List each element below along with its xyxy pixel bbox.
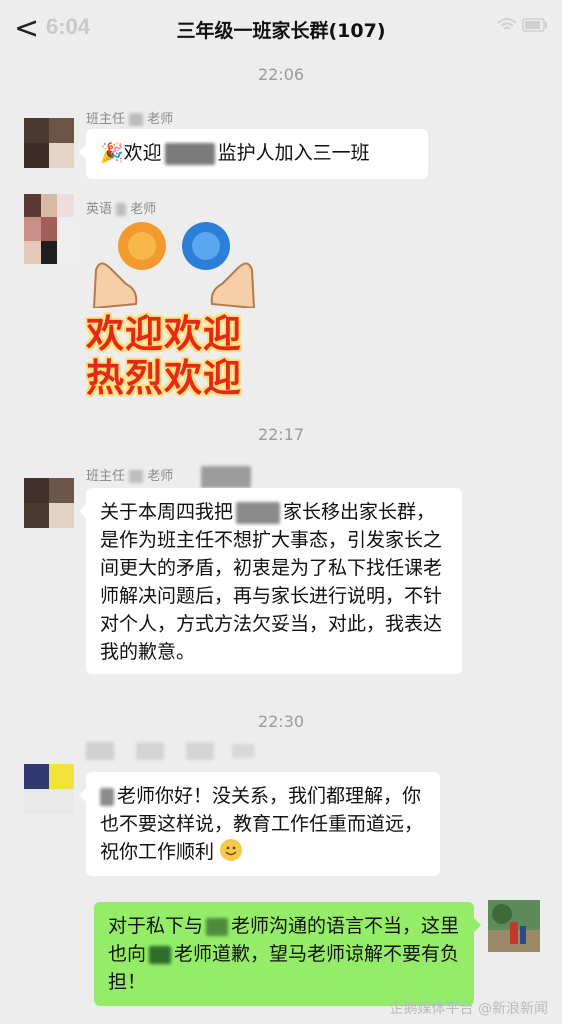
sticker-line: 热烈欢迎: [86, 356, 243, 400]
message-text: 老师你好！没关系，我们都理解，你也不要这样说，教育工作任重而道远，祝你工作顺利: [100, 785, 424, 863]
smile-emoji-icon: [220, 839, 243, 861]
wifi-icon: [497, 18, 517, 30]
message-time: 22:17: [257, 425, 305, 444]
redacted-name: [116, 203, 127, 216]
watermark: 企鹅媒体平台 @新浪新闻: [389, 1001, 548, 1017]
welcome-sticker[interactable]: 欢迎欢迎 热烈欢迎: [86, 218, 262, 400]
redacted-name: [149, 945, 172, 964]
redacted-name: [201, 465, 252, 488]
redacted-name: [186, 742, 215, 760]
message-text: 关于本周四我把: [100, 501, 234, 523]
message-text: 🎉欢迎: [100, 142, 162, 164]
avatar[interactable]: [24, 478, 74, 528]
self-avatar-photo: [488, 900, 540, 952]
sender-name: 班主任 老师: [86, 112, 174, 127]
redacted-name: [86, 742, 114, 760]
avatar[interactable]: [24, 194, 74, 264]
redacted-name: [206, 917, 229, 936]
redacted-name: [129, 470, 144, 483]
avatar[interactable]: [488, 900, 540, 952]
redacted-name: [236, 501, 281, 524]
message-bubble[interactable]: 老师你好！没关系，我们都理解，你也不要这样说，教育工作任重而道远，祝你工作顺利: [79, 772, 440, 876]
sticker-line: 欢迎欢迎: [86, 312, 243, 356]
message-bubble[interactable]: 对于私下与 老师沟通的语言不当，这里也向 老师道歉，望马老师谅解不要有负担！: [94, 902, 481, 1006]
sender-name: 班主任 老师: [86, 465, 252, 488]
avatar[interactable]: [24, 118, 74, 168]
redacted-name: [129, 113, 144, 126]
message-time: 22:06: [257, 65, 305, 84]
battery-icon: [522, 18, 547, 32]
pompom-icon: [92, 222, 256, 310]
redacted-name: [232, 744, 255, 758]
status-icons: [497, 17, 548, 36]
redacted-name: [164, 142, 215, 165]
message-bubble[interactable]: 关于本周四我把 家长移出家长群，是作为班主任不想扩大事态，引发家长之间更大的矛盾，…: [79, 488, 462, 674]
message-bubble[interactable]: 🎉欢迎 监护人加入三一班: [79, 129, 428, 179]
sender-name: 英语 老师: [86, 202, 157, 217]
avatar[interactable]: [24, 764, 74, 814]
message-text: 监护人加入三一班: [217, 142, 370, 164]
redacted-name: [136, 742, 165, 760]
chat-title: 三年级一班家长群(107): [176, 20, 386, 42]
message-text: 家长移出家长群，是作为班主任不想扩大事态，引发家长之间更大的矛盾，初衷是为了私下…: [100, 501, 443, 663]
redacted-name: [100, 787, 114, 806]
sender-name: [86, 742, 255, 760]
message-text: 对于私下与: [108, 915, 204, 937]
message-time: 22:30: [257, 712, 305, 731]
